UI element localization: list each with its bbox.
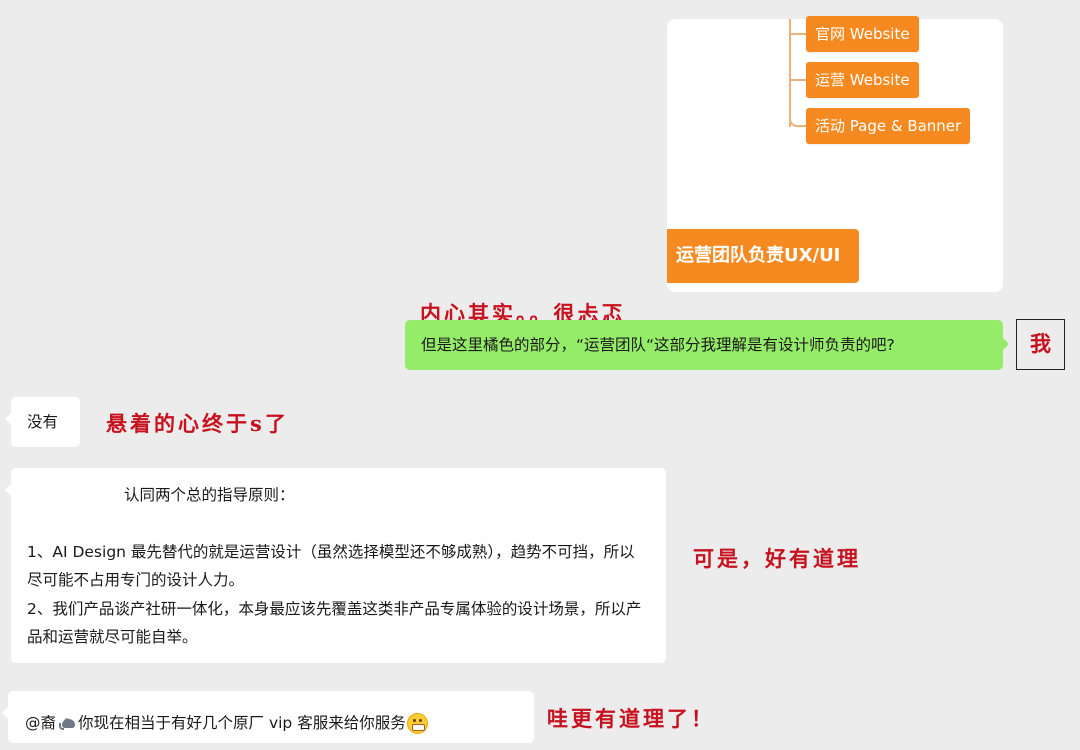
message-bubble-other-mention[interactable]: @裔 你现在相当于有好几个原厂 vip 客服来给你服务 <box>2 691 534 743</box>
message-text: 你现在相当于有好几个原厂 vip 客服来给你服务 <box>78 714 406 732</box>
message-text: 没有 <box>27 413 59 431</box>
message-title: 认同两个总的指导原则： <box>124 486 295 504</box>
message-bubble-other[interactable]: 没有 <box>5 397 80 447</box>
mindmap-node-ops-website: 运营 Website <box>806 62 919 98</box>
tree-connector-branch <box>789 79 806 81</box>
tree-connector-branch <box>789 33 806 35</box>
annotation-reasonable: 可是，好有道理 <box>693 546 861 571</box>
annotation-me-box: 我 <box>1016 319 1065 370</box>
message-text: 但是这里橘色的部分，“运营团队“这部分我理解是有设计师负责的吧? <box>421 336 895 354</box>
mindmap-node-activity-page: 活动 Page & Banner <box>806 108 971 144</box>
message-paragraph: 2、我们产品谈产社研一体化，本身最应该先覆盖这类非产品专属体验的设计场景，所以产… <box>27 599 642 647</box>
grinning-face-icon <box>406 712 428 734</box>
mindmap-node-ops-team: 运营团队负责UX/UI <box>667 229 859 283</box>
elephant-emoji-icon <box>58 717 76 731</box>
mindmap-node-official-website: 官网 Website <box>806 16 919 52</box>
message-paragraph: 1、AI Design 最先替代的就是运营设计（虽然选择模型还不够成熟），趋势不… <box>27 542 635 590</box>
annotation-relief: 悬着的心终于s了 <box>106 411 289 436</box>
message-bubble-self[interactable]: 但是这里橘色的部分，“运营团队“这部分我理解是有设计师负责的吧? <box>405 320 1009 370</box>
mention-tag[interactable]: @裔 <box>25 709 56 737</box>
tree-connector-corner <box>789 110 806 127</box>
annotation-more-reasonable: 哇更有道理了！ <box>547 706 715 731</box>
message-bubble-other-long[interactable]: 认同两个总的指导原则： 1、AI Design 最先替代的就是运营设计（虽然选择… <box>5 468 666 663</box>
